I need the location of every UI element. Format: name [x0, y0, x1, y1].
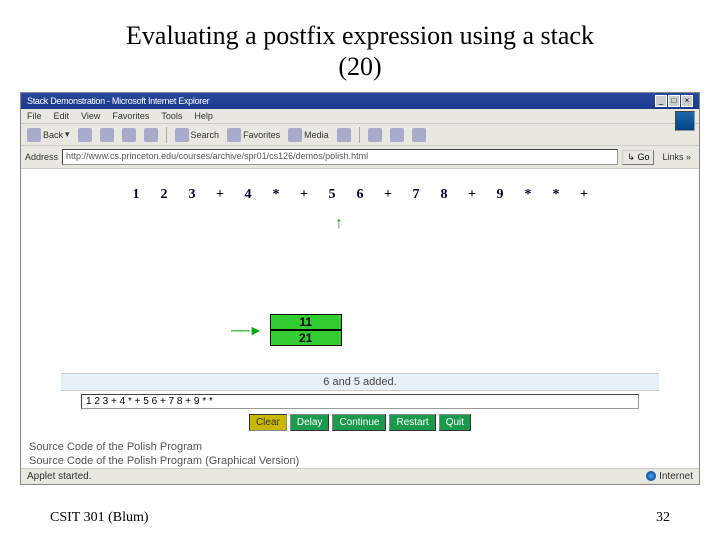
close-button[interactable]: ×	[681, 95, 693, 107]
browser-window: Stack Demonstration - Microsoft Internet…	[20, 92, 700, 484]
internet-zone-icon	[646, 471, 656, 481]
maximize-button[interactable]: □	[668, 95, 680, 107]
status-right: Internet	[646, 471, 693, 482]
refresh-icon[interactable]	[122, 128, 136, 142]
status-left: Applet started.	[27, 471, 91, 482]
page-links: Source Code of the Polish Program Source…	[21, 439, 699, 467]
links-label[interactable]: Links »	[658, 152, 695, 162]
pointer-arrow-icon: ↑	[335, 215, 343, 233]
statusbar: Applet started. Internet	[21, 468, 699, 484]
address-bar: Address http://www.cs.princeton.edu/cour…	[21, 146, 699, 169]
token: *	[262, 187, 290, 203]
menu-favorites[interactable]: Favorites	[112, 111, 149, 121]
token: 1	[122, 187, 150, 203]
title-line1: Evaluating a postfix expression using a …	[126, 21, 594, 50]
footer-left: CSIT 301 (Blum)	[50, 510, 149, 526]
menu-edit[interactable]: Edit	[54, 111, 70, 121]
stack-cell: 21	[270, 330, 342, 346]
status-message: 6 and 5 added.	[61, 373, 659, 391]
expression-row	[81, 394, 639, 409]
search-icon	[175, 128, 189, 142]
source-link-1[interactable]: Source Code of the Polish Program	[29, 441, 691, 454]
token: 6	[346, 187, 374, 203]
back-button[interactable]: Back ▾	[27, 128, 70, 142]
address-input[interactable]: http://www.cs.princeton.edu/courses/arch…	[62, 149, 618, 165]
forward-icon[interactable]	[78, 128, 92, 142]
menu-view[interactable]: View	[81, 111, 100, 121]
stack-area: ──► 11 21	[231, 314, 342, 346]
throbber-icon	[675, 111, 695, 131]
stop-icon[interactable]	[100, 128, 114, 142]
applet-area: 1 2 3 + 4 * + 5 6 + 7 8 + 9 * * + ↑ ──► …	[21, 169, 699, 439]
token: +	[458, 187, 486, 203]
token: 7	[402, 187, 430, 203]
back-icon	[27, 128, 41, 142]
star-icon	[227, 128, 241, 142]
stack-cell: 11	[270, 314, 342, 330]
token: +	[290, 187, 318, 203]
mail-icon[interactable]	[368, 128, 382, 142]
stack: 11 21	[270, 314, 342, 346]
slide-title: Evaluating a postfix expression using a …	[50, 20, 670, 82]
token: 9	[486, 187, 514, 203]
minimize-button[interactable]: _	[655, 95, 667, 107]
token: *	[542, 187, 570, 203]
window-title: Stack Demonstration - Microsoft Internet…	[27, 96, 209, 106]
menu-tools[interactable]: Tools	[161, 111, 182, 121]
title-line2: (20)	[338, 52, 381, 81]
token: 8	[430, 187, 458, 203]
media-icon	[288, 128, 302, 142]
toolbar: Back ▾ Search Favorites Media	[21, 124, 699, 146]
push-arrow-icon: ──►	[231, 322, 262, 338]
token: 3	[178, 187, 206, 203]
token-row: 1 2 3 + 4 * + 5 6 + 7 8 + 9 * * +	[69, 181, 651, 209]
quit-button[interactable]: Quit	[439, 414, 471, 431]
token: *	[514, 187, 542, 203]
token: +	[374, 187, 402, 203]
expression-input[interactable]	[81, 394, 639, 409]
search-button[interactable]: Search	[175, 128, 220, 142]
token: 2	[150, 187, 178, 203]
go-button[interactable]: ↳ Go	[622, 150, 654, 165]
titlebar: Stack Demonstration - Microsoft Internet…	[21, 93, 699, 109]
print-icon[interactable]	[390, 128, 404, 142]
token: 5	[318, 187, 346, 203]
slide-footer: CSIT 301 (Blum) 32	[50, 510, 670, 526]
menu-help[interactable]: Help	[194, 111, 213, 121]
menu-file[interactable]: File	[27, 111, 42, 121]
button-row: Clear Delay Continue Restart Quit	[21, 414, 699, 431]
media-button[interactable]: Media	[288, 128, 329, 142]
token: +	[570, 187, 598, 203]
source-link-2[interactable]: Source Code of the Polish Program (Graph…	[29, 455, 691, 468]
delay-button[interactable]: Delay	[290, 414, 330, 431]
token: 4	[234, 187, 262, 203]
separator	[166, 127, 167, 143]
home-icon[interactable]	[144, 128, 158, 142]
favorites-button[interactable]: Favorites	[227, 128, 280, 142]
separator	[359, 127, 360, 143]
token: +	[206, 187, 234, 203]
continue-button[interactable]: Continue	[332, 414, 386, 431]
menubar: File Edit View Favorites Tools Help	[21, 109, 699, 124]
footer-right: 32	[656, 510, 670, 526]
history-icon[interactable]	[337, 128, 351, 142]
address-label: Address	[25, 152, 58, 162]
clear-button[interactable]: Clear	[249, 414, 287, 431]
restart-button[interactable]: Restart	[389, 414, 435, 431]
edit-icon[interactable]	[412, 128, 426, 142]
